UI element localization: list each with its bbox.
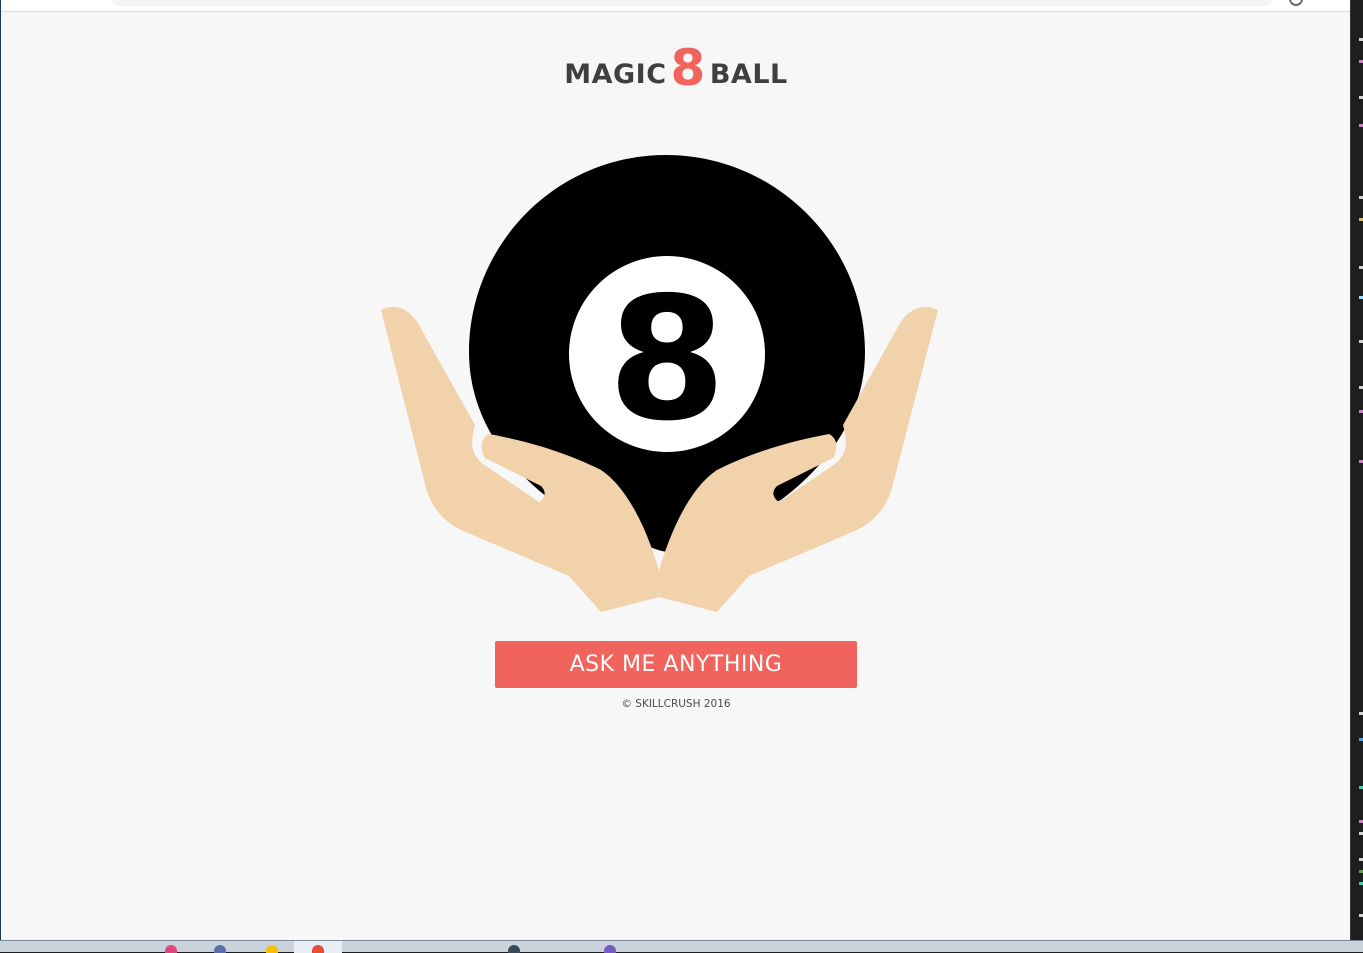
title-ball: BALL	[709, 59, 788, 90]
editor-glyph	[1359, 460, 1363, 463]
title-eight: 8	[670, 39, 706, 97]
editor-glyph	[1359, 96, 1363, 99]
editor-glyph	[1359, 882, 1363, 885]
taskbar	[0, 940, 1363, 953]
page-title: MAGIC8 BALL	[1, 38, 1350, 105]
editor-glyph	[1359, 266, 1363, 269]
editor-glyph	[1359, 738, 1363, 741]
editor-glyph	[1359, 858, 1363, 861]
browser-toolbar	[1, 0, 1350, 12]
editor-glyph	[1359, 386, 1363, 389]
editor-glyph	[1359, 914, 1363, 917]
editor-glyph	[1359, 296, 1363, 299]
title-magic: MAGIC	[564, 59, 667, 90]
editor-glyph	[1359, 832, 1363, 835]
copyright-footer: © SKILLCRUSH 2016	[621, 698, 731, 710]
magic-8-ball-illustration: 8	[381, 155, 938, 612]
editor-glyph	[1359, 196, 1363, 199]
editor-glyph	[1359, 712, 1363, 715]
ball-number: 8	[608, 261, 726, 459]
code-editor-panel	[1350, 0, 1363, 952]
editor-glyph	[1359, 124, 1363, 127]
editor-glyph	[1359, 870, 1363, 873]
browser-window: MAGIC8 BALL 8 ASK ME ANYTHING © SKILLCRUS…	[0, 0, 1350, 940]
ask-me-anything-button[interactable]: ASK ME ANYTHING	[495, 641, 857, 688]
address-bar[interactable]	[111, 0, 1273, 6]
editor-glyph	[1359, 38, 1363, 41]
editor-glyph	[1359, 340, 1363, 343]
editor-glyph	[1359, 786, 1363, 789]
editor-glyph	[1359, 60, 1363, 63]
editor-glyph	[1359, 218, 1363, 221]
profile-icon[interactable]	[1289, 0, 1303, 6]
editor-glyph	[1359, 820, 1363, 823]
editor-glyph	[1359, 410, 1363, 413]
